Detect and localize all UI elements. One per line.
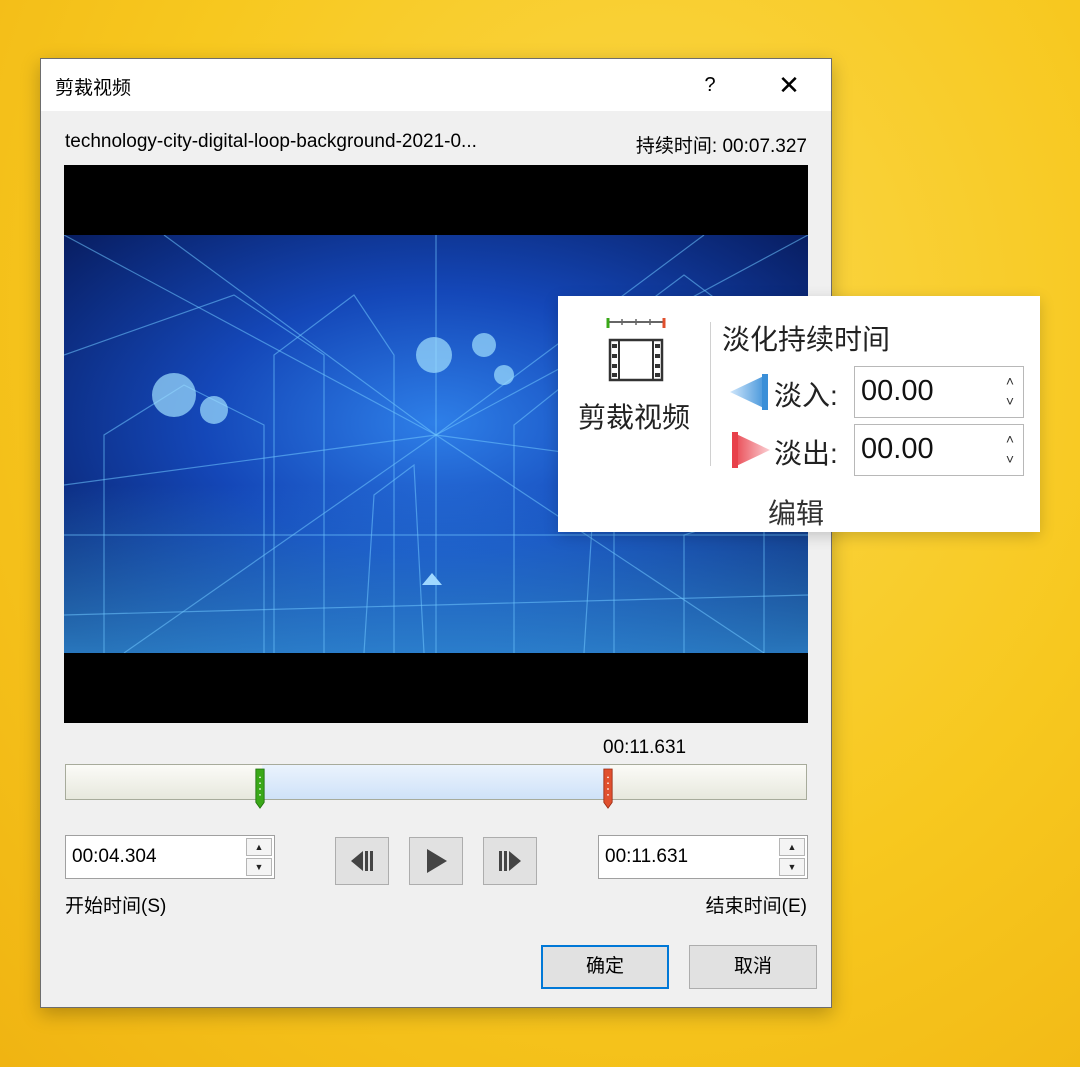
end-time-down-button[interactable]: ▼ xyxy=(779,858,805,876)
start-time-value: 00:04.304 xyxy=(72,846,157,867)
fade-in-down-button[interactable]: ˅ xyxy=(1003,391,1017,411)
start-time-spinner[interactable]: ▲ ▼ xyxy=(246,838,272,876)
cancel-button[interactable]: 取消 xyxy=(689,945,817,989)
start-time-input[interactable]: 00:04.304 ▲ ▼ xyxy=(65,835,275,879)
fade-out-spinner[interactable]: ˄ ˅ xyxy=(1003,429,1017,471)
fade-in-spinner[interactable]: ˄ ˅ xyxy=(1003,371,1017,413)
title-bar: 剪裁视频 ? ✕ xyxy=(41,59,831,111)
fade-in-label: 淡入: xyxy=(774,380,838,411)
end-time-spinner[interactable]: ▲ ▼ xyxy=(779,838,805,876)
dialog-title: 剪裁视频 xyxy=(55,78,132,99)
end-time-input[interactable]: 00:11.631 ▲ ▼ xyxy=(598,835,808,879)
play-button[interactable] xyxy=(409,837,463,885)
help-button[interactable]: ? xyxy=(695,67,725,103)
next-frame-button[interactable] xyxy=(483,837,537,885)
play-icon xyxy=(427,849,447,873)
previous-frame-icon xyxy=(351,851,373,871)
fade-in-up-button[interactable]: ˄ xyxy=(1003,371,1017,391)
trim-selection xyxy=(262,765,610,799)
fade-out-icon xyxy=(732,432,770,468)
ribbon-separator xyxy=(710,322,711,466)
end-time-value: 00:11.631 xyxy=(605,846,689,867)
start-time-up-button[interactable]: ▲ xyxy=(246,838,272,856)
trim-video-icon[interactable] xyxy=(604,316,668,388)
edit-group-label: 编辑 xyxy=(768,498,825,529)
duration-text: 持续时间: 00:07.327 xyxy=(635,136,807,157)
close-button[interactable]: ✕ xyxy=(771,67,807,103)
end-time-up-button[interactable]: ▲ xyxy=(779,838,805,856)
fade-in-input[interactable]: 00.00 ˄ ˅ xyxy=(854,366,1024,418)
start-time-label: 开始时间(S) xyxy=(65,896,167,917)
next-frame-icon xyxy=(499,851,521,871)
end-time-label: 结束时间(E) xyxy=(705,896,807,917)
fade-in-value: 00.00 xyxy=(861,375,934,407)
start-time-down-button[interactable]: ▼ xyxy=(246,858,272,876)
start-marker[interactable] xyxy=(255,765,265,813)
file-name: technology-city-digital-loop-background-… xyxy=(65,131,477,152)
fade-out-up-button[interactable]: ˄ xyxy=(1003,429,1017,449)
trim-video-button[interactable]: 剪裁视频 xyxy=(578,396,690,436)
timeline-end-time: 00:11.631 xyxy=(603,737,687,758)
timeline-track[interactable] xyxy=(65,764,807,800)
ok-button[interactable]: 确定 xyxy=(541,945,669,989)
fade-out-down-button[interactable]: ˅ xyxy=(1003,449,1017,469)
end-marker[interactable] xyxy=(603,765,613,813)
fade-out-label: 淡出: xyxy=(774,438,838,469)
fade-out-input[interactable]: 00.00 ˄ ˅ xyxy=(854,424,1024,476)
previous-frame-button[interactable] xyxy=(335,837,389,885)
fade-in-icon xyxy=(730,374,768,410)
fade-duration-title: 淡化持续时间 xyxy=(722,324,891,355)
trim-video-dialog: 剪裁视频 ? ✕ technology-city-digital-loop-ba… xyxy=(40,58,832,1008)
fade-out-value: 00.00 xyxy=(861,433,934,465)
ribbon-edit-group: 剪裁视频 淡化持续时间 淡入: 00.00 ˄ ˅ 淡出: 00.00 ˄ ˅ … xyxy=(558,296,1040,532)
